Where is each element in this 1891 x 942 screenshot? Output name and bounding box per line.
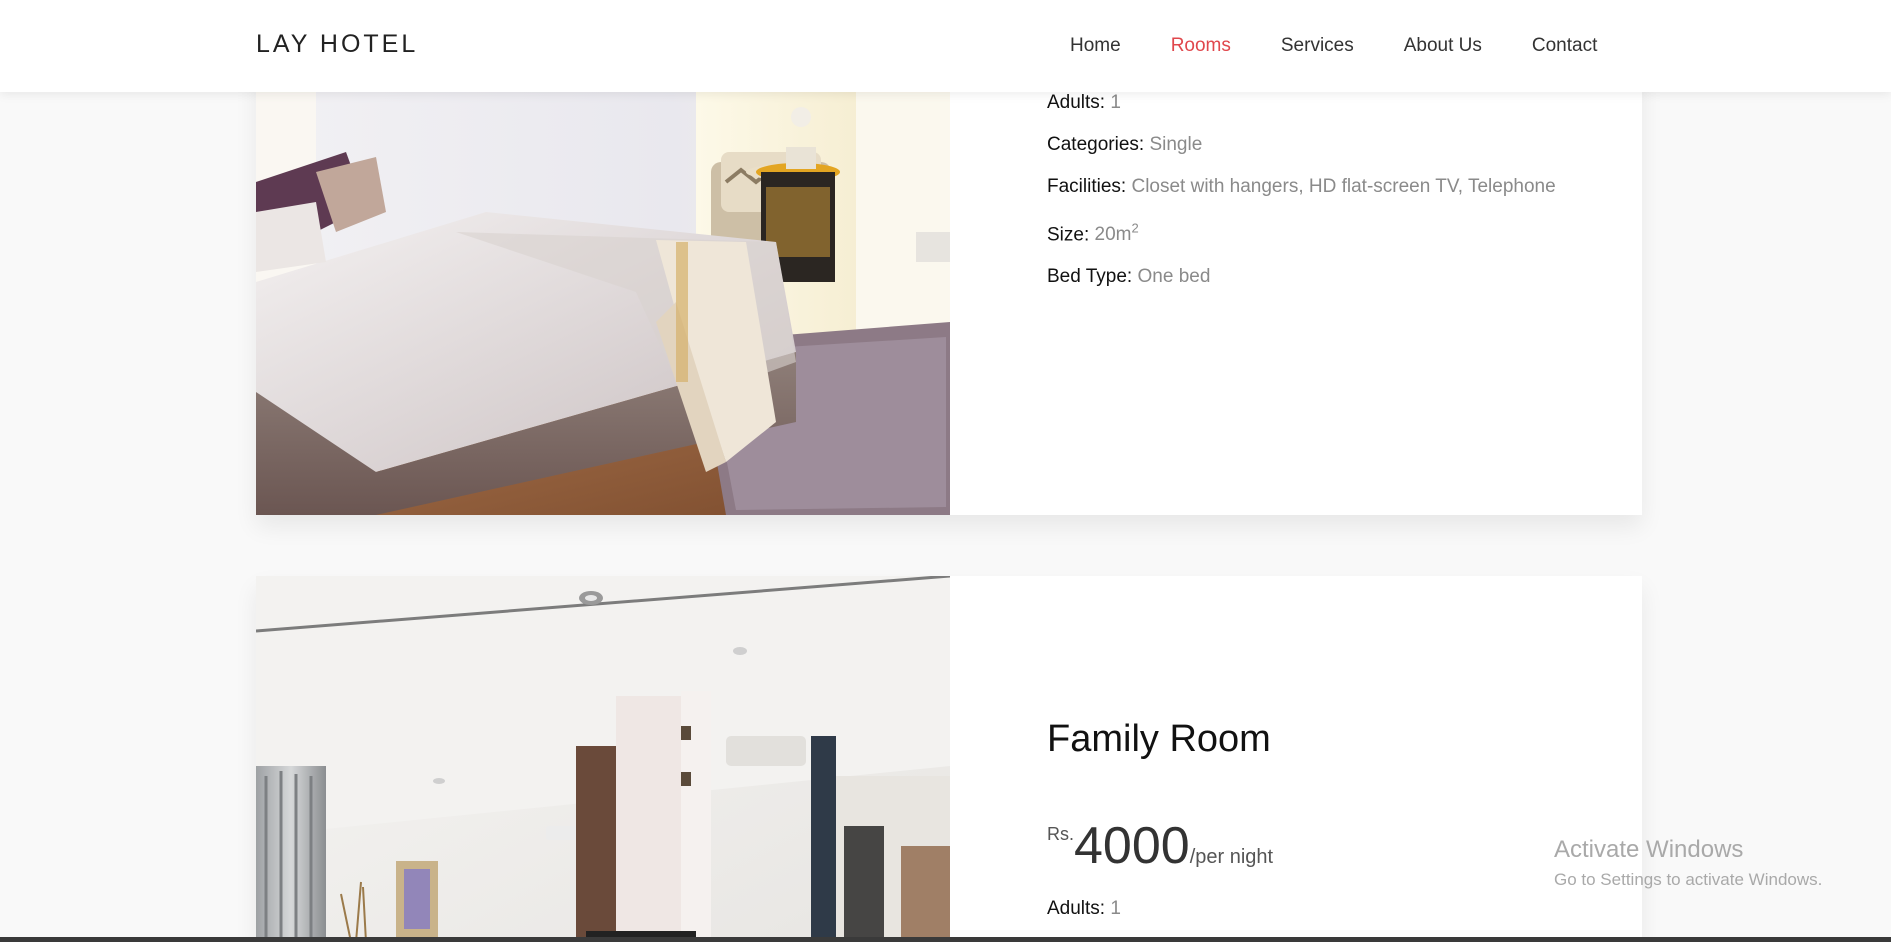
bedroom-illustration: [256, 92, 950, 515]
categories-label: Categories:: [1047, 134, 1145, 155]
site-header: LAY HOTEL Home Rooms Services About Us C…: [0, 0, 1891, 92]
categories-value: Single: [1149, 134, 1203, 155]
price-amount: 4000: [1074, 817, 1190, 875]
detail-facilities: Facilities: Closet with hangers, HD flat…: [1047, 172, 1587, 202]
nav-home[interactable]: Home: [1070, 35, 1121, 57]
bed-type-value: One bed: [1137, 266, 1211, 288]
adults-value: 1: [1110, 898, 1121, 919]
nav-about-us[interactable]: About Us: [1404, 35, 1482, 57]
adults-label: Adults:: [1047, 92, 1106, 113]
price-currency: Rs.: [1047, 824, 1074, 844]
detail-adults: Adults: 1: [1047, 894, 1121, 924]
brand-logo[interactable]: LAY HOTEL: [256, 30, 418, 59]
size-label: Size:: [1047, 224, 1090, 246]
room-price: Rs.4000/per night: [1047, 816, 1273, 876]
facilities-label: Facilities:: [1047, 176, 1127, 197]
size-superscript: 2: [1131, 221, 1139, 236]
facilities-value: Closet with hangers, HD flat-screen TV, …: [1131, 176, 1556, 197]
nav-services[interactable]: Services: [1281, 35, 1354, 57]
detail-adults: Adults: 1: [1047, 88, 1587, 118]
detail-bed-type: Bed Type: One bed: [1047, 262, 1587, 292]
main-nav: Home Rooms Services About Us Contact: [1070, 35, 1647, 57]
adults-label: Adults:: [1047, 898, 1106, 919]
room-photo-bedroom: [256, 92, 950, 515]
room-photo-family: [256, 576, 950, 942]
detail-categories: Categories: Single: [1047, 130, 1587, 160]
bed-type-label: Bed Type:: [1047, 266, 1133, 288]
size-value: 20m2: [1094, 221, 1139, 246]
watermark-subtitle: Go to Settings to activate Windows.: [1554, 870, 1823, 889]
price-per-night: /per night: [1189, 846, 1274, 868]
taskbar-edge: [0, 937, 1891, 942]
watermark-title: Activate Windows: [1554, 836, 1744, 863]
adults-value: 1: [1110, 92, 1121, 113]
nav-rooms[interactable]: Rooms: [1171, 35, 1231, 57]
room-card-family: Family Room Rs.4000/per night Adults: 1: [256, 576, 1642, 942]
family-room-illustration: [256, 576, 950, 942]
nav-contact[interactable]: Contact: [1532, 35, 1597, 57]
room-title: Family Room: [1047, 718, 1271, 760]
activate-windows-watermark: Activate Windows Go to Settings to activ…: [1554, 836, 1822, 890]
room-details: Adults: 1 Categories: Single Facilities:…: [1047, 88, 1587, 304]
size-number: 20m: [1094, 224, 1132, 246]
detail-size: Size: 20m2: [1047, 214, 1587, 250]
